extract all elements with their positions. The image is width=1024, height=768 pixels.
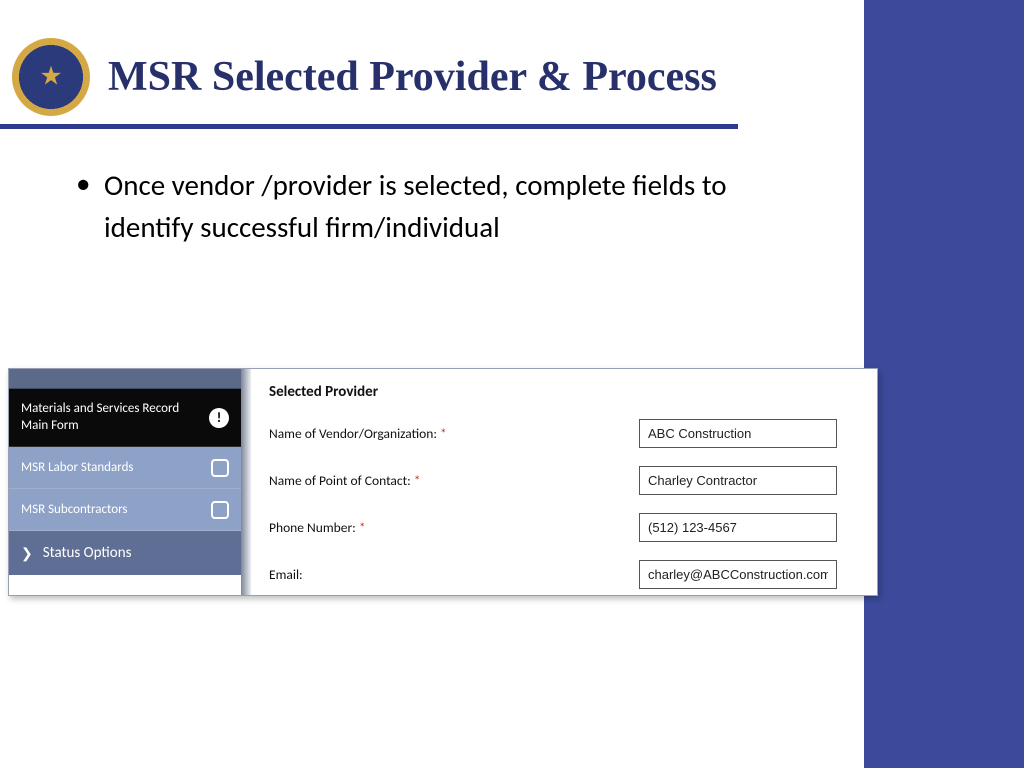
form-section-title: Selected Provider: [269, 383, 859, 401]
right-accent-bar: [864, 0, 1024, 768]
required-asterisk: *: [440, 425, 447, 442]
sidebar-item-subcontractors[interactable]: MSR Subcontractors: [9, 489, 241, 531]
header-divider: [0, 124, 738, 129]
bullet-list: Once vendor /provider is selected, compl…: [70, 164, 810, 248]
field-label: Email:: [269, 566, 639, 583]
sidebar: Materials and Services Record Main Form …: [9, 369, 241, 595]
vendor-input[interactable]: [639, 419, 837, 448]
form-row-email: Email:: [269, 560, 859, 589]
contact-input[interactable]: [639, 466, 837, 495]
form-row-vendor: Name of Vendor/Organization: *: [269, 419, 859, 448]
phone-input[interactable]: [639, 513, 837, 542]
sidebar-item-main-form[interactable]: Materials and Services Record Main Form …: [9, 389, 241, 447]
form-row-phone: Phone Number: *: [269, 513, 859, 542]
required-asterisk: *: [414, 472, 421, 489]
field-label: Name of Point of Contact: *: [269, 472, 639, 489]
sidebar-item-labor-standards[interactable]: MSR Labor Standards: [9, 447, 241, 489]
selected-provider-form: Selected Provider Name of Vendor/Organiz…: [251, 369, 877, 595]
sidebar-status-options[interactable]: ❯ Status Options: [9, 531, 241, 575]
agency-seal-icon: [12, 38, 90, 116]
required-asterisk: *: [359, 519, 366, 536]
slide-header: MSR Selected Provider & Process: [12, 38, 734, 116]
sidebar-item-label: MSR Subcontractors: [21, 502, 128, 517]
sidebar-top-strip: [9, 369, 241, 389]
field-label: Name of Vendor/Organization: *: [269, 425, 639, 442]
checkbox-empty-icon: [211, 501, 229, 519]
sidebar-gutter: [241, 369, 251, 595]
sidebar-item-label: MSR Labor Standards: [21, 460, 134, 475]
checkbox-empty-icon: [211, 459, 229, 477]
form-row-contact: Name of Point of Contact: *: [269, 466, 859, 495]
sidebar-item-label: Materials and Services Record Main Form: [21, 401, 181, 434]
slide-title: MSR Selected Provider & Process: [108, 53, 717, 101]
field-label: Phone Number: *: [269, 519, 639, 536]
chevron-down-icon: ❯: [21, 545, 33, 562]
bullet-item: Once vendor /provider is selected, compl…: [70, 164, 810, 248]
email-input[interactable]: [639, 560, 837, 589]
form-screenshot: Materials and Services Record Main Form …: [8, 368, 878, 596]
alert-icon: !: [209, 408, 229, 428]
sidebar-item-label: Status Options: [43, 544, 132, 562]
